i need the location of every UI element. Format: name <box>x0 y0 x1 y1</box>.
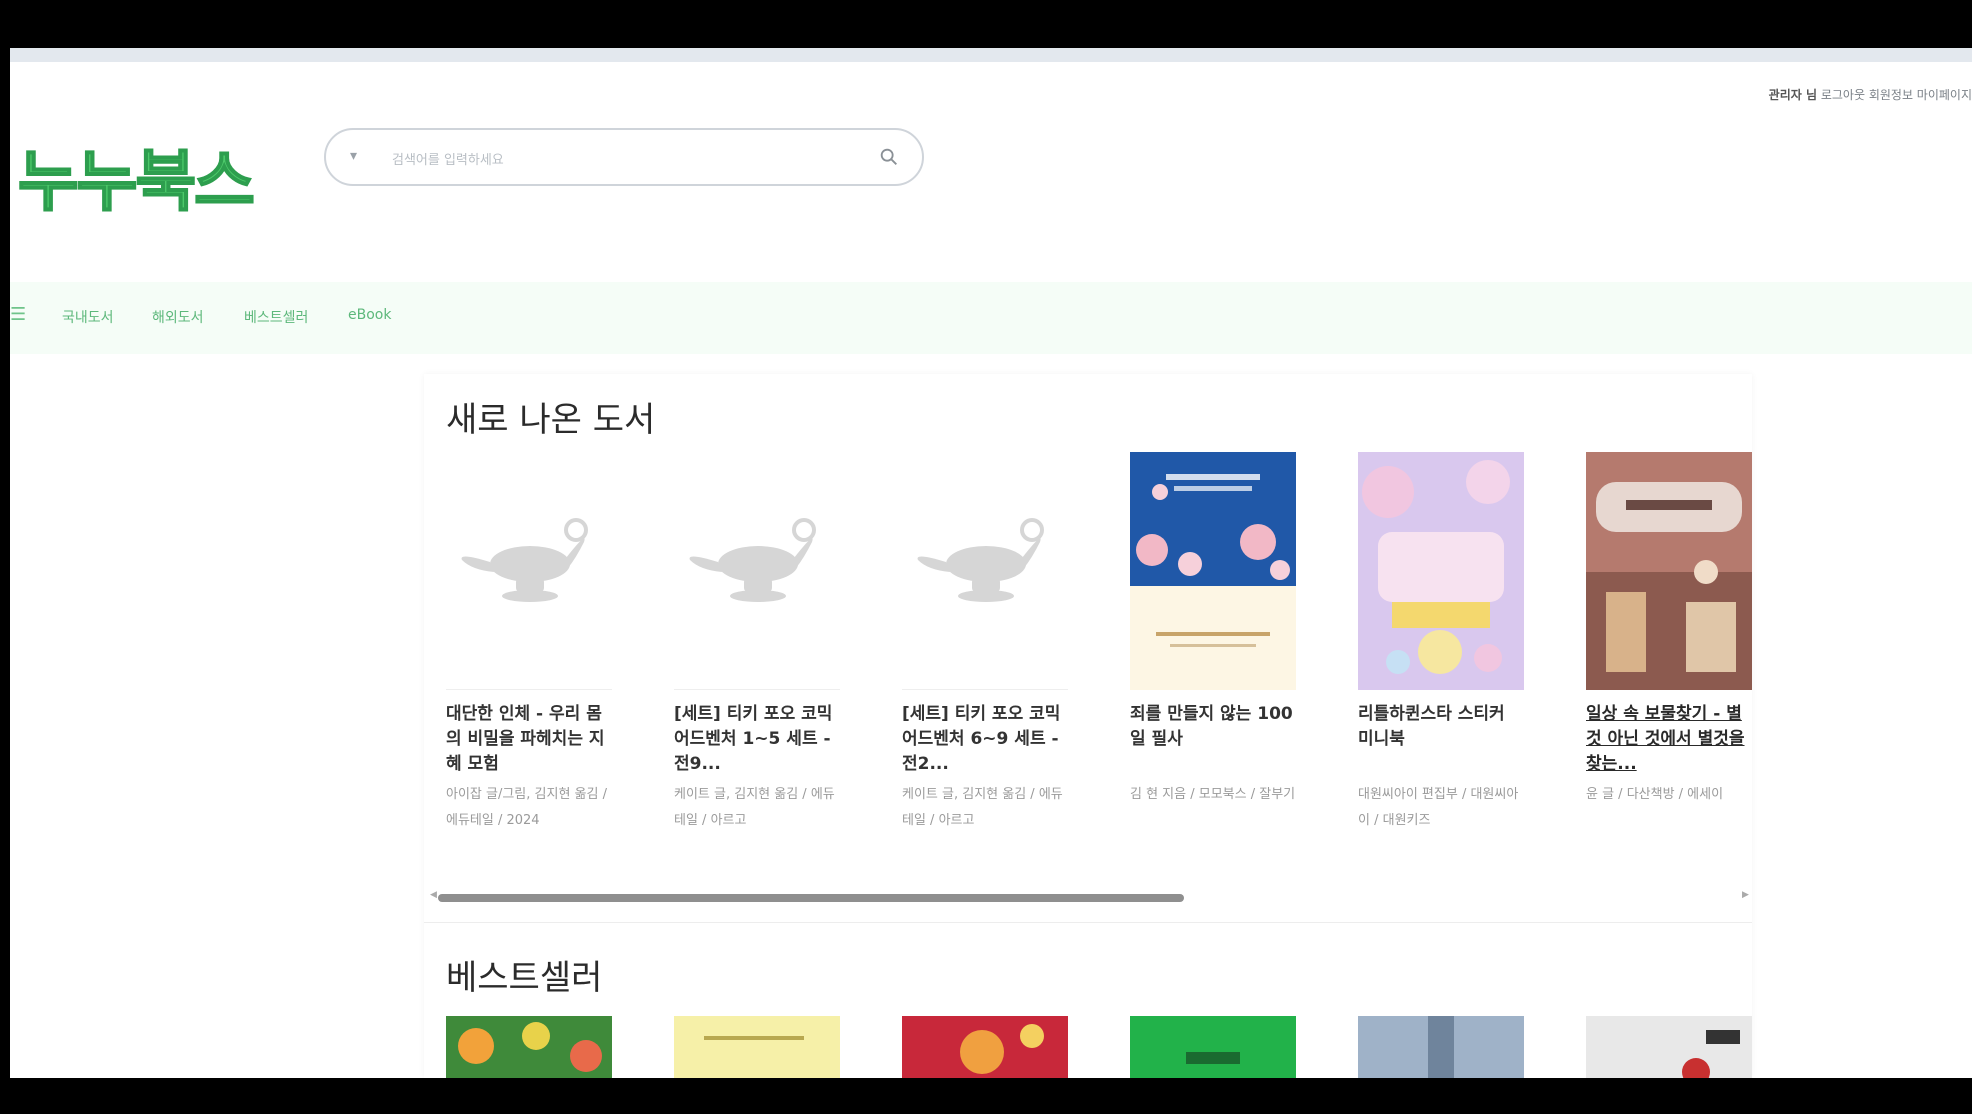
magic-lamp-icon <box>689 518 816 602</box>
book-cover-image <box>1130 452 1296 690</box>
bestseller-cover[interactable] <box>674 1016 840 1078</box>
section-title-new-books: 새로 나온 도서 <box>446 400 656 440</box>
book-cover-placeholder[interactable] <box>902 452 1068 690</box>
hamburger-menu-icon[interactable]: ☰ <box>10 304 26 325</box>
book-title[interactable]: 리틀하퀸스타 스티커 미니북 <box>1358 702 1524 752</box>
book-cover-image <box>1130 1016 1296 1078</box>
book-title[interactable]: 죄를 만들지 않는 100일 필사 <box>1130 702 1296 752</box>
top-letterbox <box>10 0 1972 48</box>
book-meta: 김 현 지음 / 모모북스 / 잘부기 <box>1130 787 1296 802</box>
book-cover-image <box>446 1016 612 1078</box>
site-logo[interactable]: 누누북스 <box>17 128 256 224</box>
search-bar[interactable]: ▾ 검색어를 입력하세요 <box>324 128 924 186</box>
book-cover[interactable] <box>1130 452 1296 690</box>
scrollbar-thumb[interactable] <box>438 894 1184 902</box>
book-meta: 아이잡 글/그림, 김지현 옮김 / 에듀테일 / 2024 <box>446 787 607 828</box>
search-input[interactable]: 검색어를 입력하세요 <box>392 149 504 168</box>
book-cover-image <box>902 1016 1068 1078</box>
book-card[interactable]: 리틀하퀸스타 스티커 미니북 대원씨아이 편집부 / 대원씨아이 / 대원키즈 <box>1358 452 1524 872</box>
book-meta: 대원씨아이 편집부 / 대원씨아이 / 대원키즈 <box>1358 787 1519 828</box>
book-cover-image <box>674 1016 840 1078</box>
scroll-left-icon[interactable]: ◀ <box>430 890 437 900</box>
book-cover-placeholder[interactable] <box>674 452 840 690</box>
bestseller-cover[interactable] <box>1130 1016 1296 1078</box>
book-meta: 케이트 글, 김지현 옮김 / 에듀테일 / 아르고 <box>902 787 1063 828</box>
search-scope-dropdown[interactable]: ▾ <box>350 148 357 164</box>
nav-item-ebook[interactable]: eBook <box>348 307 391 323</box>
book-cover-image <box>1358 452 1524 690</box>
nav-item-domestic[interactable]: 국내도서 <box>62 307 114 327</box>
book-meta: 윤 글 / 다산책방 / 에세이 <box>1586 787 1724 802</box>
book-title[interactable]: 일상 속 보물찾기 - 별것 아닌 것에서 별것을 찾는... <box>1586 702 1752 777</box>
category-nav: ☰ 국내도서 해외도서 베스트셀러 eBook <box>10 282 1972 354</box>
bottom-letterbox <box>10 1078 1972 1114</box>
bestseller-cover[interactable] <box>1358 1016 1524 1078</box>
book-card[interactable]: 죄를 만들지 않는 100일 필사 김 현 지음 / 모모북스 / 잘부기 <box>1130 452 1296 872</box>
browser-viewport: 누누북스 ▾ 검색어를 입력하세요 관리자 님 로그아웃 회원정보 마이페이지 … <box>10 0 1972 1114</box>
book-card[interactable]: [세트] 티키 포오 코믹 어드벤처 1~5 세트 - 전9... 케이트 글,… <box>674 452 840 872</box>
nav-item-bestseller[interactable]: 베스트셀러 <box>244 307 308 327</box>
main-content-card: 새로 나온 도서 대단한 인체 - 우리 몸의 비밀을 파헤치는 지혜 모험 아… <box>424 374 1752 1078</box>
book-cover-image <box>1586 1016 1752 1078</box>
book-title[interactable]: [세트] 티키 포오 코믹 어드벤처 6~9 세트 - 전2... <box>902 702 1068 777</box>
user-menu: 관리자 님 로그아웃 회원정보 마이페이지 <box>1769 86 1972 103</box>
book-meta: 케이트 글, 김지현 옮김 / 에듀테일 / 아르고 <box>674 787 835 828</box>
bestseller-cover[interactable] <box>446 1016 612 1078</box>
user-name[interactable]: 관리자 님 <box>1769 88 1817 102</box>
nav-item-foreign[interactable]: 해외도서 <box>152 307 204 327</box>
book-title[interactable]: [세트] 티키 포오 코믹 어드벤처 1~5 세트 - 전9... <box>674 702 840 777</box>
search-icon[interactable] <box>878 146 900 168</box>
section-divider <box>424 922 1752 923</box>
book-cover[interactable] <box>1586 452 1752 690</box>
book-cover-placeholder[interactable] <box>446 452 612 690</box>
bestseller-cover[interactable] <box>902 1016 1068 1078</box>
site-header: 누누북스 ▾ 검색어를 입력하세요 관리자 님 로그아웃 회원정보 마이페이지 <box>10 62 1972 262</box>
book-card[interactable]: [세트] 티키 포오 코믹 어드벤처 6~9 세트 - 전2... 케이트 글,… <box>902 452 1068 872</box>
book-title[interactable]: 대단한 인체 - 우리 몸의 비밀을 파헤치는 지혜 모험 <box>446 702 612 777</box>
browser-chrome-strip <box>10 48 1972 62</box>
magic-lamp-icon <box>461 518 588 602</box>
book-card[interactable]: 대단한 인체 - 우리 몸의 비밀을 파헤치는 지혜 모험 아이잡 글/그림, … <box>446 452 612 872</box>
book-cover-image <box>1586 452 1752 690</box>
magic-lamp-icon <box>917 518 1044 602</box>
bestseller-cover[interactable] <box>1586 1016 1752 1078</box>
scroll-right-icon[interactable]: ▶ <box>1742 890 1749 900</box>
book-cover[interactable] <box>1358 452 1524 690</box>
user-links[interactable]: 로그아웃 회원정보 마이페이지 <box>1821 88 1972 102</box>
book-card[interactable]: 일상 속 보물찾기 - 별것 아닌 것에서 별것을 찾는... 윤 글 / 다산… <box>1586 452 1752 872</box>
section-title-bestseller: 베스트셀러 <box>446 958 603 998</box>
book-cover-image <box>1358 1016 1524 1078</box>
